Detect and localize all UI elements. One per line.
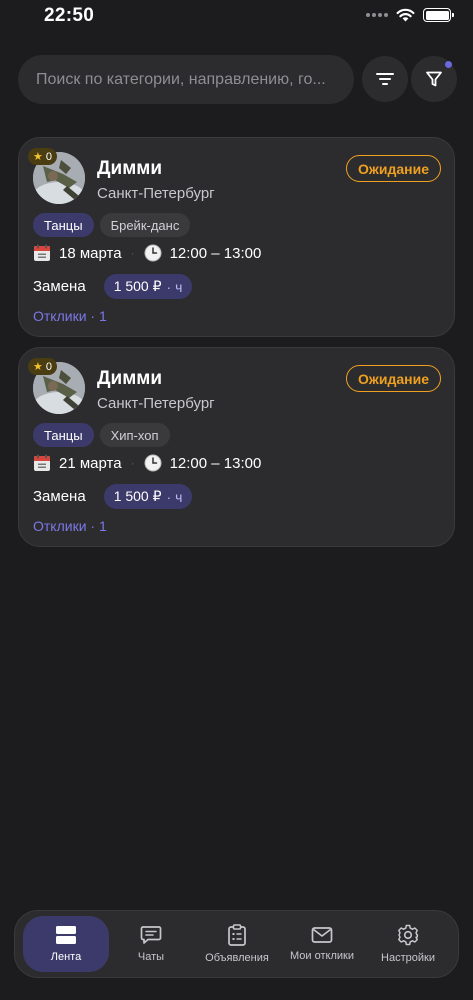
mail-icon [311, 927, 333, 943]
rating-value: 0 [45, 150, 52, 163]
rating-badge: ★ 0 [28, 358, 57, 375]
tab-label: Настройки [381, 952, 435, 964]
search-box[interactable] [18, 55, 354, 104]
author-city: Санкт-Петербург [97, 395, 215, 412]
listing-card[interactable]: ★ 0 Димми Санкт-Петербург Ожидание Танцы… [18, 347, 455, 547]
tab-feed[interactable]: Лента [23, 916, 109, 972]
calendar-icon [33, 454, 51, 472]
search-row [18, 55, 457, 105]
bottom-tab-bar: Лента Чаты Объявления Мои отклики Настро… [14, 910, 459, 978]
listing-card[interactable]: ★ 0 Димми Санкт-Петербург Ожидание Танцы… [18, 137, 455, 337]
date-time-row: 21 марта · 12:00 – 13:00 [33, 454, 261, 472]
calendar-icon [33, 244, 51, 262]
price-badge: 1 500 ₽ · ч [103, 484, 193, 509]
gear-icon [398, 924, 419, 946]
tab-chats[interactable]: Чаты [108, 916, 194, 972]
search-input[interactable] [36, 70, 336, 89]
style-tag: Брейк-данс [99, 213, 191, 237]
author-city: Санкт-Петербург [97, 185, 215, 202]
status-badge: Ожидание [346, 155, 441, 182]
feed-icon [56, 926, 76, 944]
tags: Танцы Брейк-данс [33, 213, 191, 237]
date-text: 21 марта [59, 454, 122, 472]
star-icon: ★ [33, 151, 43, 163]
time-text: 12:00 – 13:00 [169, 244, 262, 262]
tab-settings[interactable]: Настройки [365, 916, 451, 972]
responses-link[interactable]: Отклики · 1 [33, 518, 107, 534]
author-name: Димми [97, 158, 163, 179]
sort-lines-icon [376, 73, 394, 85]
tab-my-responses[interactable]: Мои отклики [279, 916, 365, 972]
author-name: Димми [97, 368, 163, 389]
star-icon: ★ [33, 361, 43, 373]
sort-button[interactable] [362, 56, 408, 102]
clock-icon [144, 454, 162, 472]
clock-icon [144, 244, 162, 262]
category-tag: Танцы [33, 213, 94, 237]
date-text: 18 марта [59, 244, 122, 262]
status-icons [366, 8, 454, 22]
rating-value: 0 [45, 360, 52, 373]
category-tag: Танцы [33, 423, 94, 447]
status-bar: 22:50 [0, 0, 473, 34]
price-badge: 1 500 ₽ · ч [103, 274, 193, 299]
date-time-row: 18 марта · 12:00 – 13:00 [33, 244, 261, 262]
signal-icon [366, 13, 388, 17]
time-text: 12:00 – 13:00 [169, 454, 262, 472]
price-unit: · ч [166, 488, 183, 505]
listing-type: Замена [33, 488, 86, 505]
filter-active-dot [445, 61, 452, 68]
price-value: 1 500 ₽ [113, 488, 162, 504]
tab-label: Лента [50, 951, 82, 963]
replace-row: Замена 1 500 ₽ · ч [33, 274, 193, 299]
rating-badge: ★ 0 [28, 148, 57, 165]
listing-type: Замена [33, 278, 86, 295]
status-time: 22:50 [44, 5, 95, 26]
style-tag: Хип-хоп [99, 423, 170, 447]
clipboard-icon [228, 924, 246, 946]
responses-link[interactable]: Отклики · 1 [33, 308, 107, 324]
tags: Танцы Хип-хоп [33, 423, 170, 447]
separator-dot: · [130, 456, 135, 470]
tab-label: Мои отклики [290, 950, 354, 962]
battery-icon [423, 8, 454, 22]
chat-icon [140, 926, 162, 944]
price-unit: · ч [166, 278, 183, 295]
funnel-icon [426, 71, 442, 87]
wifi-icon [396, 8, 415, 22]
status-badge: Ожидание [346, 365, 441, 392]
separator-dot: · [130, 246, 135, 260]
tab-label: Чаты [137, 951, 165, 963]
replace-row: Замена 1 500 ₽ · ч [33, 484, 193, 509]
tab-listings[interactable]: Объявления [194, 916, 280, 972]
tab-label: Объявления [205, 952, 269, 964]
price-value: 1 500 ₽ [113, 278, 162, 294]
filter-button[interactable] [411, 56, 457, 102]
